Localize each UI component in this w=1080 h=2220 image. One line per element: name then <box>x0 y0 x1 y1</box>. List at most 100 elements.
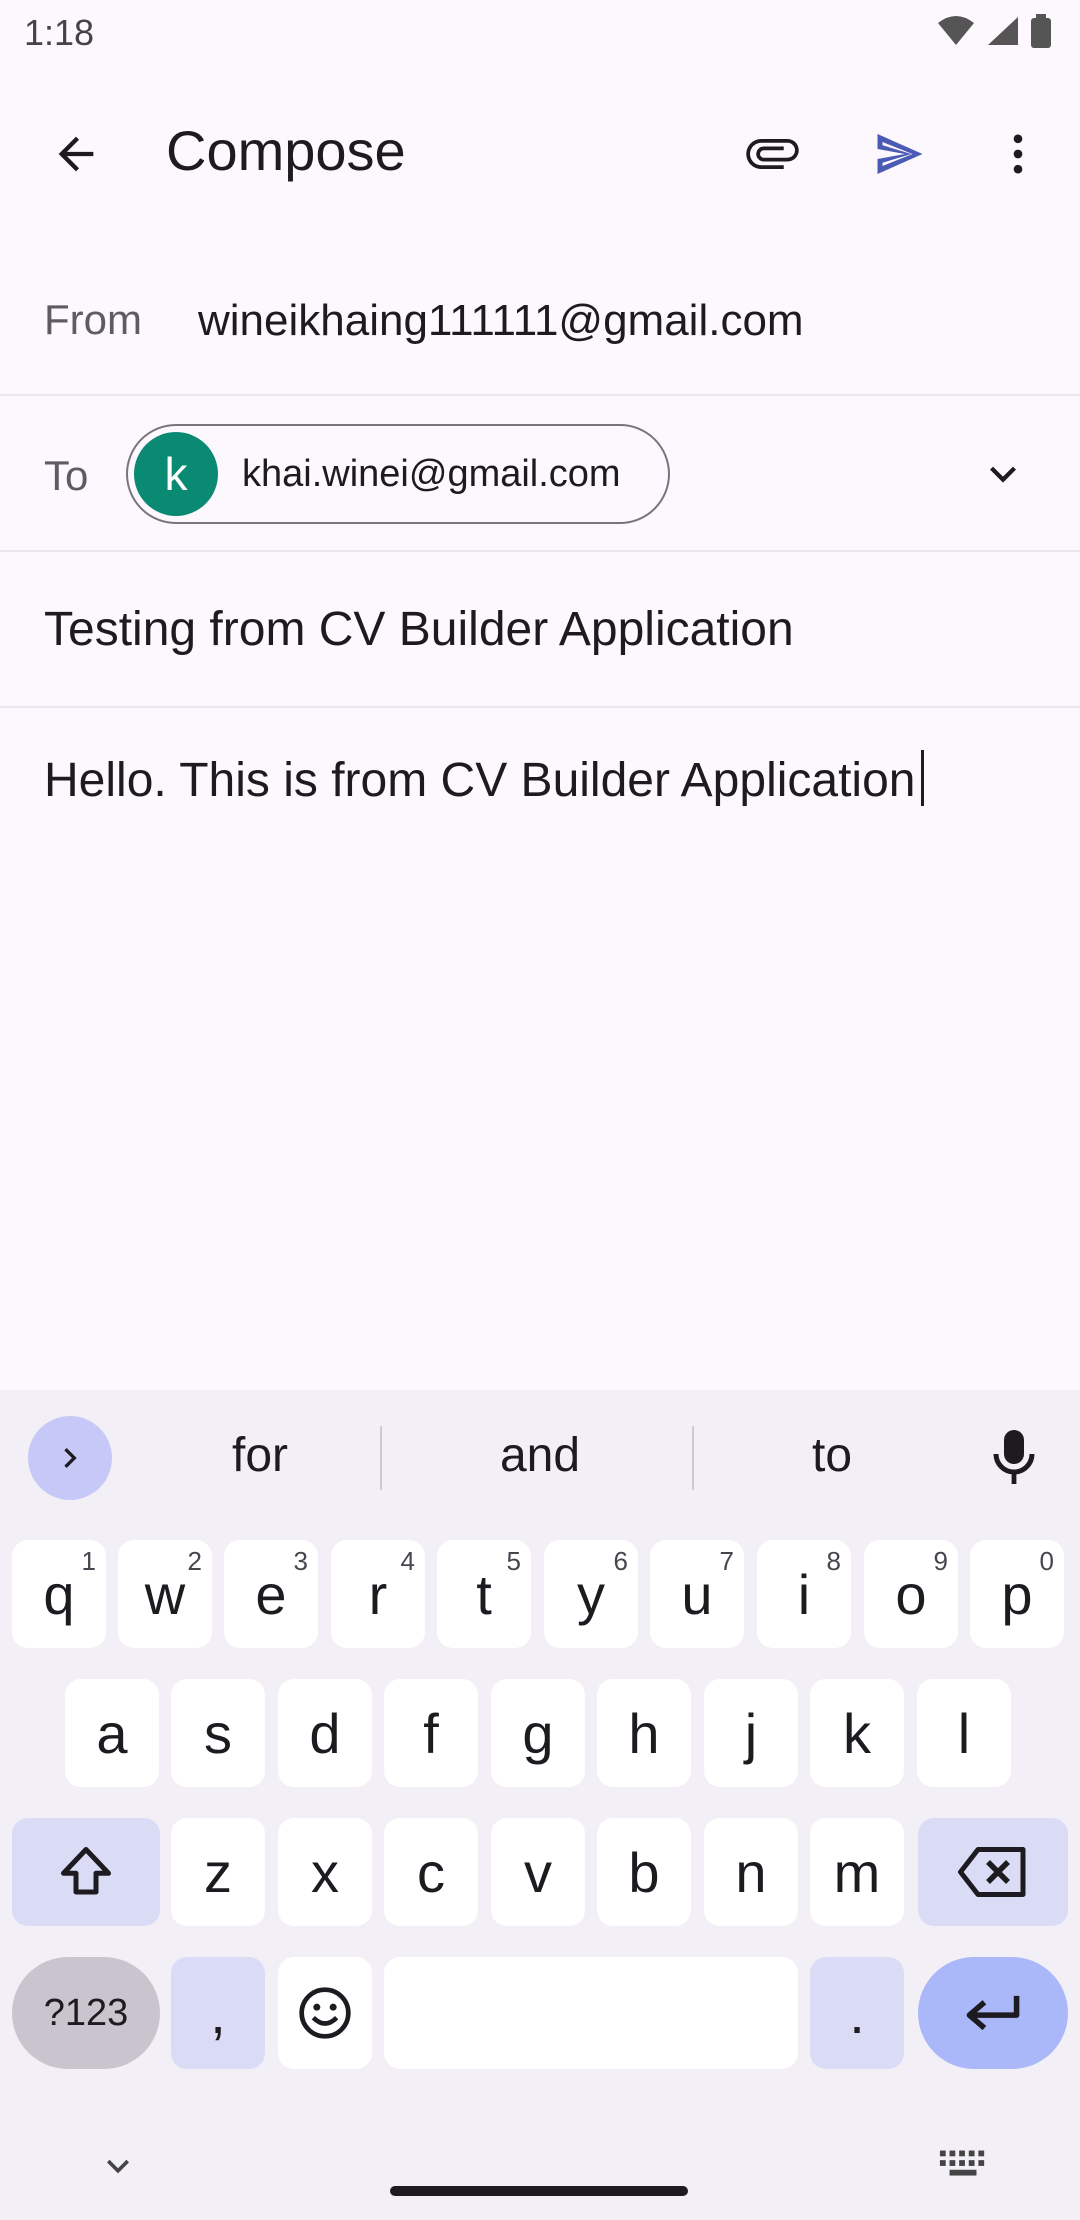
key-label: p <box>1001 1562 1033 1626</box>
shift-icon <box>61 1847 111 1895</box>
key-d[interactable]: d <box>278 1679 372 1787</box>
avatar: k <box>134 432 218 516</box>
key-hint: 6 <box>613 1546 628 1576</box>
key-hint: 4 <box>400 1546 415 1576</box>
key-n[interactable]: n <box>704 1818 798 1926</box>
suggestion-3[interactable]: to <box>712 1428 952 1483</box>
battery-icon <box>1031 14 1051 48</box>
more-options-button[interactable] <box>970 106 1066 202</box>
backspace-icon <box>958 1847 1026 1897</box>
key-hint: 5 <box>506 1546 521 1576</box>
key-label: y <box>577 1562 605 1626</box>
chevron-right-icon <box>64 1448 77 1468</box>
space-key[interactable] <box>384 1957 798 2069</box>
key-m[interactable]: m <box>810 1818 904 1926</box>
key-i[interactable]: i8 <box>757 1540 851 1648</box>
status-time: 1:18 <box>24 12 95 53</box>
key-w[interactable]: w2 <box>118 1540 212 1648</box>
key-label: o <box>895 1562 927 1626</box>
period-key[interactable]: . <box>810 1957 904 2069</box>
attach-button[interactable] <box>722 106 818 202</box>
key-l[interactable]: l <box>917 1679 1011 1787</box>
to-field[interactable]: To k khai.winei@gmail.com <box>0 396 1080 552</box>
send-icon <box>877 134 923 174</box>
arrow-back-icon <box>58 136 94 172</box>
shift-key[interactable] <box>12 1818 160 1926</box>
key-j[interactable]: j <box>704 1679 798 1787</box>
key-e[interactable]: e3 <box>224 1540 318 1648</box>
key-label: i <box>797 1562 811 1626</box>
body-text: Hello. This is from CV Builder Applicati… <box>44 754 916 807</box>
key-g[interactable]: g <box>491 1679 585 1787</box>
key-b[interactable]: b <box>597 1818 691 1926</box>
recipient-email: khai.winei@gmail.com <box>242 452 621 495</box>
key-z[interactable]: z <box>171 1818 265 1926</box>
comma-key[interactable]: , <box>171 1957 265 2069</box>
voice-input-button[interactable] <box>984 1422 1044 1494</box>
status-bar: 1:18 <box>0 0 1080 66</box>
emoji-key[interactable] <box>278 1957 372 2069</box>
chevron-down-icon <box>990 466 1016 483</box>
key-p[interactable]: p0 <box>970 1540 1064 1648</box>
key-hint: 1 <box>81 1546 96 1576</box>
key-hint: 7 <box>719 1546 734 1576</box>
symbols-key[interactable]: ?123 <box>12 1957 160 2069</box>
key-u[interactable]: u7 <box>650 1540 744 1648</box>
enter-icon <box>966 1995 1020 2031</box>
paperclip-icon <box>746 139 799 169</box>
keyboard-icon <box>939 2150 985 2176</box>
suggestion-divider <box>380 1426 382 1490</box>
key-r[interactable]: r4 <box>331 1540 425 1648</box>
toolbar-expand-button[interactable] <box>28 1416 112 1500</box>
from-value[interactable]: wineikhaing111111@gmail.com <box>198 296 804 346</box>
enter-key[interactable] <box>918 1957 1068 2069</box>
suggestion-1[interactable]: for <box>140 1428 380 1483</box>
from-label: From <box>44 296 142 343</box>
subject-input[interactable]: Testing from CV Builder Application <box>44 602 794 657</box>
keyboard: for and to q1 w2 e3 r4 t5 y6 u7 i8 o9 p0… <box>0 1390 1080 2220</box>
key-label: q <box>43 1562 75 1626</box>
key-y[interactable]: y6 <box>544 1540 638 1648</box>
key-f[interactable]: f <box>384 1679 478 1787</box>
key-a[interactable]: a <box>65 1679 159 1787</box>
key-h[interactable]: h <box>597 1679 691 1787</box>
suggestion-bar: for and to <box>0 1390 1080 1526</box>
key-s[interactable]: s <box>171 1679 265 1787</box>
key-q[interactable]: q1 <box>12 1540 106 1648</box>
emoji-icon <box>299 1987 351 2039</box>
status-icons <box>936 14 1052 48</box>
suggestion-divider <box>692 1426 694 1490</box>
key-label: u <box>681 1562 713 1626</box>
suggestion-2[interactable]: and <box>420 1428 660 1483</box>
key-hint: 3 <box>293 1546 308 1576</box>
key-hint: 0 <box>1039 1546 1054 1576</box>
key-label: e <box>255 1562 287 1626</box>
key-label: r <box>368 1562 388 1626</box>
key-c[interactable]: c <box>384 1818 478 1926</box>
from-field[interactable]: From wineikhaing111111@gmail.com <box>0 250 1080 396</box>
keyboard-switch-button[interactable] <box>938 2144 988 2189</box>
hide-keyboard-button[interactable] <box>96 2144 140 2193</box>
back-button[interactable] <box>28 106 124 202</box>
key-t[interactable]: t5 <box>437 1540 531 1648</box>
key-x[interactable]: x <box>278 1818 372 1926</box>
key-o[interactable]: o9 <box>864 1540 958 1648</box>
home-gesture-handle[interactable] <box>390 2186 688 2196</box>
key-v[interactable]: v <box>491 1818 585 1926</box>
send-button[interactable] <box>852 106 948 202</box>
page-title: Compose <box>166 119 406 182</box>
mic-icon <box>993 1430 1035 1484</box>
wifi-icon <box>938 16 974 45</box>
key-hint: 9 <box>933 1546 948 1576</box>
key-k[interactable]: k <box>810 1679 904 1787</box>
to-label: To <box>44 452 89 499</box>
body-input[interactable]: Hello. This is from CV Builder Applicati… <box>44 750 925 808</box>
expand-recipients-button[interactable] <box>955 426 1051 522</box>
recipient-chip[interactable]: k khai.winei@gmail.com <box>126 424 670 524</box>
backspace-key[interactable] <box>918 1818 1068 1926</box>
key-label: t <box>476 1562 492 1626</box>
more-vert-icon <box>1013 134 1023 174</box>
subject-field[interactable]: Testing from CV Builder Application <box>0 552 1080 708</box>
text-cursor <box>921 750 925 806</box>
key-label: w <box>144 1562 186 1626</box>
